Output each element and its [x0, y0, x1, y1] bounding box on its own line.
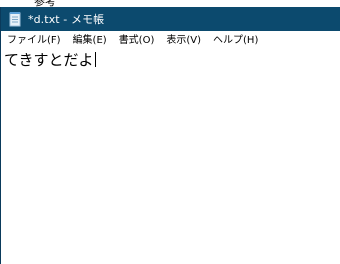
title-bar[interactable]: *d.txt - メモ帳 [1, 7, 340, 31]
notepad-icon[interactable] [8, 11, 22, 27]
editor-text: てきすとだよ [4, 51, 94, 69]
window-title: *d.txt - メモ帳 [28, 13, 105, 26]
menu-view[interactable]: 表示(V) [160, 31, 207, 50]
menu-edit[interactable]: 編集(E) [67, 31, 113, 50]
editor-content-line[interactable]: てきすとだよ [4, 51, 96, 69]
background-window-text: 参考 [34, 0, 56, 7]
text-editor[interactable]: てきすとだよ [1, 50, 340, 264]
menu-bar: ファイル(F) 編集(E) 書式(O) 表示(V) ヘルプ(H) [1, 31, 340, 51]
background-window-strip: 参考 [0, 0, 340, 7]
notepad-window: *d.txt - メモ帳 ファイル(F) 編集(E) 書式(O) 表示(V) ヘ… [0, 7, 340, 264]
menu-format[interactable]: 書式(O) [113, 31, 161, 50]
menu-help[interactable]: ヘルプ(H) [207, 31, 264, 50]
menu-file[interactable]: ファイル(F) [1, 31, 67, 50]
text-caret [94, 52, 96, 67]
